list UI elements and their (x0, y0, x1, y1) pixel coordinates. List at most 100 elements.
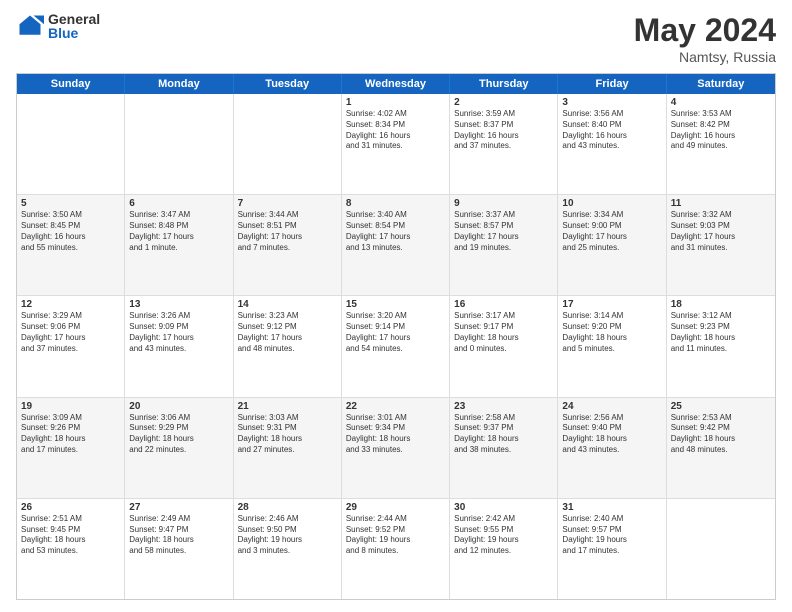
calendar-day: 25Sunrise: 2:53 AM Sunset: 9:42 PM Dayli… (667, 398, 775, 498)
calendar-day: 3Sunrise: 3:56 AM Sunset: 8:40 PM Daylig… (558, 94, 666, 194)
day-number: 29 (346, 502, 445, 513)
day-info: Sunrise: 3:14 AM Sunset: 9:20 PM Dayligh… (562, 311, 661, 354)
day-number: 3 (562, 97, 661, 108)
weekday-header: Friday (558, 74, 666, 94)
day-number: 25 (671, 401, 771, 412)
calendar-day: 8Sunrise: 3:40 AM Sunset: 8:54 PM Daylig… (342, 195, 450, 295)
empty-day (17, 94, 125, 194)
day-info: Sunrise: 4:02 AM Sunset: 8:34 PM Dayligh… (346, 109, 445, 152)
header: General Blue May 2024 Namtsy, Russia (16, 12, 776, 65)
day-number: 13 (129, 299, 228, 310)
day-info: Sunrise: 3:01 AM Sunset: 9:34 PM Dayligh… (346, 413, 445, 456)
calendar-week-row: 19Sunrise: 3:09 AM Sunset: 9:26 PM Dayli… (17, 398, 775, 499)
day-info: Sunrise: 3:06 AM Sunset: 9:29 PM Dayligh… (129, 413, 228, 456)
day-number: 14 (238, 299, 337, 310)
calendar-week-row: 12Sunrise: 3:29 AM Sunset: 9:06 PM Dayli… (17, 296, 775, 397)
day-info: Sunrise: 3:17 AM Sunset: 9:17 PM Dayligh… (454, 311, 553, 354)
day-info: Sunrise: 3:26 AM Sunset: 9:09 PM Dayligh… (129, 311, 228, 354)
day-number: 8 (346, 198, 445, 209)
day-number: 30 (454, 502, 553, 513)
logo-text: General Blue (48, 12, 100, 40)
calendar-day: 9Sunrise: 3:37 AM Sunset: 8:57 PM Daylig… (450, 195, 558, 295)
day-info: Sunrise: 3:37 AM Sunset: 8:57 PM Dayligh… (454, 210, 553, 253)
calendar-day: 17Sunrise: 3:14 AM Sunset: 9:20 PM Dayli… (558, 296, 666, 396)
day-number: 4 (671, 97, 771, 108)
day-number: 18 (671, 299, 771, 310)
calendar-day: 10Sunrise: 3:34 AM Sunset: 9:00 PM Dayli… (558, 195, 666, 295)
weekday-header: Tuesday (234, 74, 342, 94)
main-title: May 2024 (634, 12, 776, 49)
calendar-day: 27Sunrise: 2:49 AM Sunset: 9:47 PM Dayli… (125, 499, 233, 599)
day-number: 1 (346, 97, 445, 108)
day-info: Sunrise: 3:34 AM Sunset: 9:00 PM Dayligh… (562, 210, 661, 253)
calendar-day: 15Sunrise: 3:20 AM Sunset: 9:14 PM Dayli… (342, 296, 450, 396)
calendar-day: 26Sunrise: 2:51 AM Sunset: 9:45 PM Dayli… (17, 499, 125, 599)
day-info: Sunrise: 3:23 AM Sunset: 9:12 PM Dayligh… (238, 311, 337, 354)
calendar-day: 29Sunrise: 2:44 AM Sunset: 9:52 PM Dayli… (342, 499, 450, 599)
empty-day (234, 94, 342, 194)
calendar-day: 4Sunrise: 3:53 AM Sunset: 8:42 PM Daylig… (667, 94, 775, 194)
title-block: May 2024 Namtsy, Russia (634, 12, 776, 65)
weekday-header: Wednesday (342, 74, 450, 94)
day-info: Sunrise: 2:56 AM Sunset: 9:40 PM Dayligh… (562, 413, 661, 456)
calendar-day: 16Sunrise: 3:17 AM Sunset: 9:17 PM Dayli… (450, 296, 558, 396)
day-number: 9 (454, 198, 553, 209)
day-info: Sunrise: 2:42 AM Sunset: 9:55 PM Dayligh… (454, 514, 553, 557)
day-info: Sunrise: 2:58 AM Sunset: 9:37 PM Dayligh… (454, 413, 553, 456)
day-info: Sunrise: 2:51 AM Sunset: 9:45 PM Dayligh… (21, 514, 120, 557)
empty-day (125, 94, 233, 194)
day-number: 24 (562, 401, 661, 412)
calendar-day: 19Sunrise: 3:09 AM Sunset: 9:26 PM Dayli… (17, 398, 125, 498)
day-number: 16 (454, 299, 553, 310)
day-number: 15 (346, 299, 445, 310)
calendar-day: 5Sunrise: 3:50 AM Sunset: 8:45 PM Daylig… (17, 195, 125, 295)
calendar-body: 1Sunrise: 4:02 AM Sunset: 8:34 PM Daylig… (17, 94, 775, 599)
logo-blue: Blue (48, 26, 100, 40)
day-number: 21 (238, 401, 337, 412)
day-number: 12 (21, 299, 120, 310)
day-number: 20 (129, 401, 228, 412)
weekday-header: Monday (125, 74, 233, 94)
day-info: Sunrise: 3:32 AM Sunset: 9:03 PM Dayligh… (671, 210, 771, 253)
day-info: Sunrise: 2:46 AM Sunset: 9:50 PM Dayligh… (238, 514, 337, 557)
weekday-header: Sunday (17, 74, 125, 94)
subtitle: Namtsy, Russia (634, 49, 776, 65)
day-info: Sunrise: 3:53 AM Sunset: 8:42 PM Dayligh… (671, 109, 771, 152)
calendar-day: 24Sunrise: 2:56 AM Sunset: 9:40 PM Dayli… (558, 398, 666, 498)
day-number: 22 (346, 401, 445, 412)
day-info: Sunrise: 3:29 AM Sunset: 9:06 PM Dayligh… (21, 311, 120, 354)
calendar-day: 18Sunrise: 3:12 AM Sunset: 9:23 PM Dayli… (667, 296, 775, 396)
logo: General Blue (16, 12, 100, 40)
logo-general: General (48, 12, 100, 26)
day-info: Sunrise: 3:03 AM Sunset: 9:31 PM Dayligh… (238, 413, 337, 456)
day-number: 31 (562, 502, 661, 513)
day-info: Sunrise: 2:40 AM Sunset: 9:57 PM Dayligh… (562, 514, 661, 557)
weekday-header: Thursday (450, 74, 558, 94)
day-info: Sunrise: 2:44 AM Sunset: 9:52 PM Dayligh… (346, 514, 445, 557)
day-number: 5 (21, 198, 120, 209)
weekday-header: Saturday (667, 74, 775, 94)
calendar-day: 1Sunrise: 4:02 AM Sunset: 8:34 PM Daylig… (342, 94, 450, 194)
calendar-day: 12Sunrise: 3:29 AM Sunset: 9:06 PM Dayli… (17, 296, 125, 396)
day-info: Sunrise: 3:47 AM Sunset: 8:48 PM Dayligh… (129, 210, 228, 253)
day-number: 6 (129, 198, 228, 209)
day-info: Sunrise: 3:12 AM Sunset: 9:23 PM Dayligh… (671, 311, 771, 354)
day-number: 23 (454, 401, 553, 412)
calendar-day: 22Sunrise: 3:01 AM Sunset: 9:34 PM Dayli… (342, 398, 450, 498)
calendar-day: 23Sunrise: 2:58 AM Sunset: 9:37 PM Dayli… (450, 398, 558, 498)
calendar-week-row: 1Sunrise: 4:02 AM Sunset: 8:34 PM Daylig… (17, 94, 775, 195)
day-info: Sunrise: 3:56 AM Sunset: 8:40 PM Dayligh… (562, 109, 661, 152)
day-number: 2 (454, 97, 553, 108)
empty-day (667, 499, 775, 599)
day-number: 10 (562, 198, 661, 209)
day-number: 27 (129, 502, 228, 513)
calendar-day: 14Sunrise: 3:23 AM Sunset: 9:12 PM Dayli… (234, 296, 342, 396)
calendar-day: 6Sunrise: 3:47 AM Sunset: 8:48 PM Daylig… (125, 195, 233, 295)
day-number: 7 (238, 198, 337, 209)
day-info: Sunrise: 3:44 AM Sunset: 8:51 PM Dayligh… (238, 210, 337, 253)
calendar-day: 11Sunrise: 3:32 AM Sunset: 9:03 PM Dayli… (667, 195, 775, 295)
calendar: SundayMondayTuesdayWednesdayThursdayFrid… (16, 73, 776, 600)
calendar-week-row: 26Sunrise: 2:51 AM Sunset: 9:45 PM Dayli… (17, 499, 775, 599)
day-info: Sunrise: 3:50 AM Sunset: 8:45 PM Dayligh… (21, 210, 120, 253)
calendar-day: 20Sunrise: 3:06 AM Sunset: 9:29 PM Dayli… (125, 398, 233, 498)
